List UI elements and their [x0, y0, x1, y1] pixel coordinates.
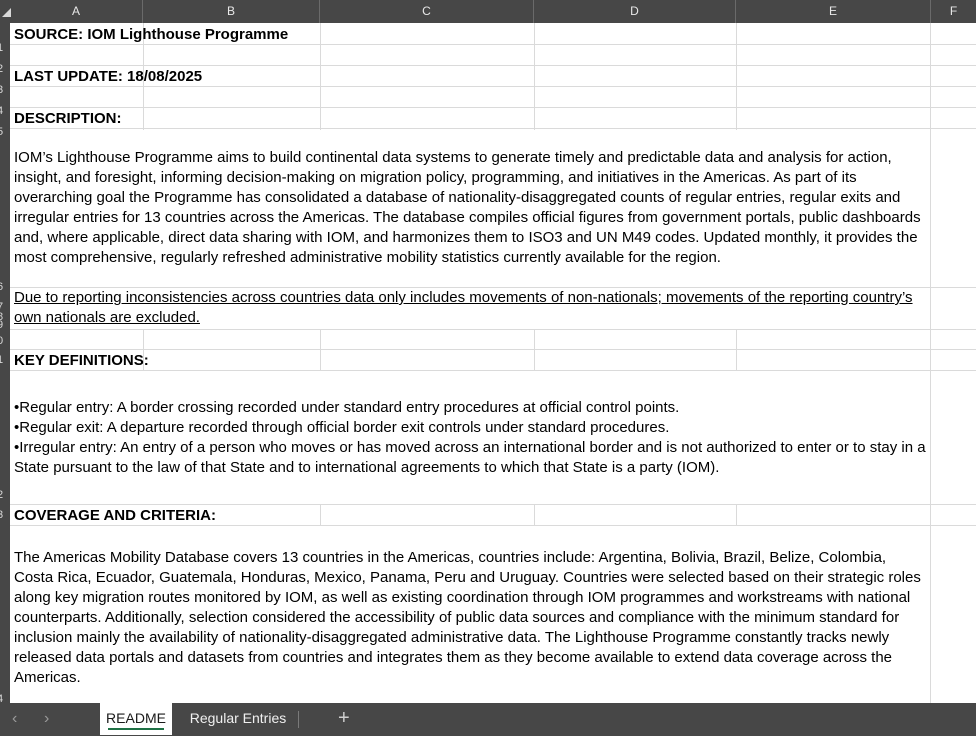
- gridline-horizontal: [10, 128, 976, 129]
- row-header-5[interactable]: 5: [0, 126, 10, 138]
- row-header-9[interactable]: 9: [0, 319, 10, 331]
- definition-irregular-entry: •Irregular entry: An entry of a person w…: [14, 439, 926, 476]
- gridline-vertical: [736, 329, 737, 371]
- column-header-e[interactable]: E: [736, 0, 931, 23]
- cell-a5-description-heading[interactable]: DESCRIPTION:: [14, 110, 122, 127]
- column-header-d[interactable]: D: [534, 0, 736, 23]
- column-header-bar: A B C D E F: [0, 0, 976, 23]
- column-header-f[interactable]: F: [931, 0, 976, 23]
- row-header-bar: 1 2 3 4 5 6 7 8 9 0 1 2 3 4: [0, 23, 10, 705]
- row-header-10[interactable]: 0: [0, 335, 10, 347]
- gridline-vertical: [930, 23, 931, 703]
- row-header-12[interactable]: 2: [0, 489, 10, 501]
- gridline-vertical: [534, 505, 535, 526]
- column-header-c[interactable]: C: [320, 0, 534, 23]
- row-header-11[interactable]: 1: [0, 354, 10, 366]
- cell-a13-coverage-heading[interactable]: COVERAGE AND CRITERIA:: [14, 507, 216, 524]
- gridline-vertical: [534, 329, 535, 371]
- prev-sheet-icon[interactable]: ‹: [12, 711, 17, 727]
- row-header-1[interactable]: 1: [0, 42, 10, 54]
- active-tab-underline: [108, 728, 164, 730]
- sheet-tab-label: README: [106, 710, 166, 726]
- sheet-tab-label: Regular Entries: [189, 710, 287, 726]
- cell-a1-source[interactable]: SOURCE: IOM Lighthouse Programme: [14, 26, 288, 43]
- gridline-vertical: [320, 329, 321, 371]
- gridline-horizontal: [10, 44, 976, 45]
- gridline-horizontal: [10, 86, 976, 87]
- cell-a12-definitions[interactable]: •Regular entry: A border crossing record…: [14, 398, 929, 478]
- column-header-a[interactable]: A: [10, 0, 143, 23]
- cell-a14-coverage-text[interactable]: The Americas Mobility Database covers 13…: [14, 548, 929, 688]
- gridline-horizontal: [10, 370, 976, 371]
- gridline-horizontal: [10, 107, 976, 108]
- row-header-6[interactable]: 6: [0, 281, 10, 293]
- gridline-horizontal: [10, 525, 976, 526]
- gridline-vertical: [320, 23, 321, 130]
- cell-a6-description-text[interactable]: IOM’s Lighthouse Programme aims to build…: [14, 148, 929, 268]
- gridline-vertical: [736, 505, 737, 526]
- definition-regular-entry: •Regular entry: A border crossing record…: [14, 399, 680, 416]
- sheet-tab-readme[interactable]: README: [100, 703, 172, 735]
- sheet-tab-regular-entries[interactable]: Regular Entries: [180, 703, 296, 733]
- row-header-2[interactable]: 2: [0, 63, 10, 75]
- row-header-13[interactable]: 3: [0, 509, 10, 521]
- next-sheet-icon[interactable]: ›: [44, 711, 49, 727]
- row-header-4[interactable]: 4: [0, 105, 10, 117]
- gridline-horizontal: [10, 349, 976, 350]
- gridline-horizontal: [10, 504, 976, 505]
- gridline-vertical: [736, 23, 737, 130]
- select-all-corner[interactable]: [0, 0, 11, 23]
- definition-regular-exit: •Regular exit: A departure recorded thro…: [14, 419, 670, 436]
- cell-a3-last-update[interactable]: LAST UPDATE: 18/08/2025: [14, 68, 202, 85]
- gridline-horizontal: [10, 65, 976, 66]
- column-header-b[interactable]: B: [143, 0, 320, 23]
- cell-a11-key-definitions-heading[interactable]: KEY DEFINITIONS:: [14, 352, 149, 369]
- gridline-vertical: [534, 23, 535, 130]
- tab-separator: [298, 711, 299, 728]
- sheet-tab-bar: ‹ › README Regular Entries +: [0, 703, 976, 736]
- cell-a8-note-text[interactable]: Due to reporting inconsistencies across …: [14, 288, 929, 328]
- row-header-3[interactable]: 3: [0, 84, 10, 96]
- add-sheet-button[interactable]: +: [338, 706, 350, 730]
- gridline-horizontal: [10, 329, 976, 330]
- gridline-vertical: [320, 505, 321, 526]
